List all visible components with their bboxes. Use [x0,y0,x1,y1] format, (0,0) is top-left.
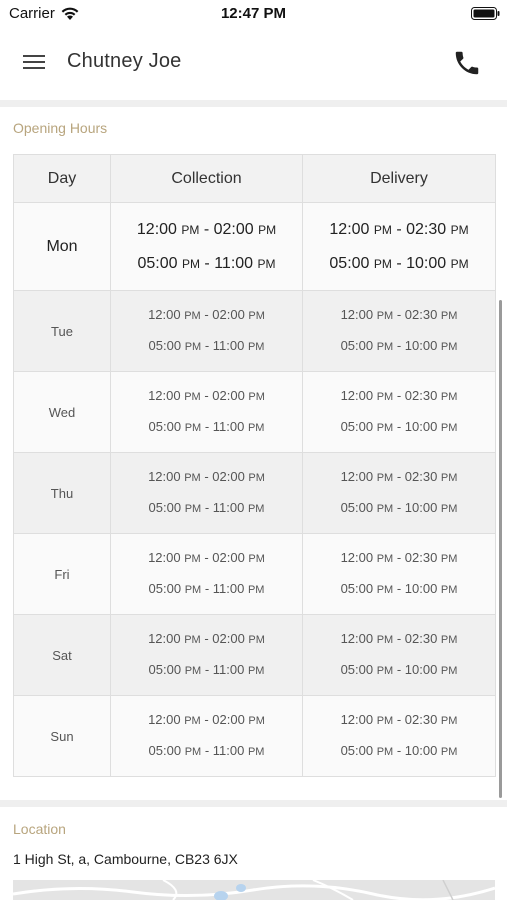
collection-time-range: 05:00 PM - 11:00 PM [148,338,265,353]
delivery-hours-cell: 12:00 PM - 02:30 PM 05:00 PM - 10:00 PM [302,202,496,291]
table-row: Mon 12:00 PM - 02:00 PM 05:00 PM - 11:00 P… [13,202,496,291]
delivery-hours-cell: 12:00 PM - 02:30 PM 05:00 PM - 10:00 PM [302,371,496,453]
delivery-hours-cell: 12:00 PM - 02:30 PM 05:00 PM - 10:00 PM [302,695,496,777]
collection-time-range: 12:00 PM - 02:00 PM [136,220,277,238]
day-cell: Fri [13,533,111,615]
delivery-time-range: 05:00 PM - 10:00 PM [340,662,458,677]
hamburger-menu-icon[interactable] [18,48,50,76]
delivery-time-range: 05:00 PM - 10:00 PM [340,500,458,515]
collection-hours-cell: 12:00 PM - 02:00 PM 05:00 PM - 11:00 PM [110,533,303,615]
collection-time-range: 12:00 PM - 02:00 PM [148,469,265,484]
delivery-hours-cell: 12:00 PM - 02:30 PM 05:00 PM - 10:00 PM [302,614,496,696]
collection-time-range: 05:00 PM - 11:00 PM [148,743,265,758]
collection-time-range: 12:00 PM - 02:00 PM [148,388,265,403]
delivery-hours-cell: 12:00 PM - 02:30 PM 05:00 PM - 10:00 PM [302,533,496,615]
delivery-time-range: 12:00 PM - 02:30 PM [329,220,469,238]
table-row: Wed 12:00 PM - 02:00 PM 05:00 PM - 11:00 P… [13,371,496,453]
collection-time-range: 05:00 PM - 11:00 PM [148,662,265,677]
collection-time-range: 12:00 PM - 02:00 PM [148,307,265,322]
delivery-time-range: 05:00 PM - 10:00 PM [329,254,469,272]
scrollbar[interactable] [499,300,502,798]
delivery-time-range: 05:00 PM - 10:00 PM [340,419,458,434]
section-divider [0,100,507,107]
battery-icon [471,7,500,20]
day-cell: Tue [13,290,111,372]
phone-icon[interactable] [452,48,482,78]
delivery-time-range: 05:00 PM - 10:00 PM [340,581,458,596]
table-row: Tue 12:00 PM - 02:00 PM 05:00 PM - 11:00 P… [13,290,496,372]
delivery-time-range: 12:00 PM - 02:30 PM [340,631,458,646]
delivery-time-range: 12:00 PM - 02:30 PM [340,388,458,403]
delivery-time-range: 12:00 PM - 02:30 PM [340,712,458,727]
table-row: Sun 12:00 PM - 02:00 PM 05:00 PM - 11:00 P… [13,695,496,777]
delivery-time-range: 05:00 PM - 10:00 PM [340,743,458,758]
collection-time-range: 12:00 PM - 02:00 PM [148,712,265,727]
day-cell: Wed [13,371,111,453]
location-title: Location [13,821,66,837]
collection-hours-cell: 12:00 PM - 02:00 PM 05:00 PM - 11:00 PM [110,695,303,777]
status-time: 12:47 PM [220,5,287,22]
opening-hours-table: Day Collection Delivery Mon 12:00 PM - 02… [13,154,496,777]
delivery-time-range: 12:00 PM - 02:30 PM [340,469,458,484]
address-text: 1 High St, a, Cambourne, CB23 6JX [13,851,238,867]
status-bar: Carrier 12:47 PM [0,0,507,28]
collection-time-range: 05:00 PM - 11:00 PM [148,500,265,515]
column-header-collection: Collection [110,154,303,203]
section-divider [0,800,507,807]
collection-time-range: 05:00 PM - 11:00 PM [137,254,276,272]
column-header-day: Day [13,154,111,203]
table-row: Thu 12:00 PM - 02:00 PM 05:00 PM - 11:00 P… [13,452,496,534]
day-cell: Sat [13,614,111,696]
delivery-time-range: 05:00 PM - 10:00 PM [340,338,458,353]
collection-hours-cell: 12:00 PM - 02:00 PM 05:00 PM - 11:00 PM [110,614,303,696]
collection-time-range: 05:00 PM - 11:00 PM [148,581,265,596]
table-row: Fri 12:00 PM - 02:00 PM 05:00 PM - 11:00 P… [13,533,496,615]
opening-hours-title: Opening Hours [13,120,108,136]
day-cell: Mon [13,202,111,291]
delivery-hours-cell: 12:00 PM - 02:30 PM 05:00 PM - 10:00 PM [302,452,496,534]
map-preview[interactable] [13,880,495,900]
collection-hours-cell: 12:00 PM - 02:00 PM 05:00 PM - 11:00 PM [110,452,303,534]
day-cell: Thu [13,452,111,534]
table-row: Sat 12:00 PM - 02:00 PM 05:00 PM - 11:00 P… [13,614,496,696]
collection-time-range: 12:00 PM - 02:00 PM [148,550,265,565]
collection-hours-cell: 12:00 PM - 02:00 PM 05:00 PM - 11:00 PM [110,202,303,291]
page-title: Chutney Joe [67,50,182,72]
collection-time-range: 12:00 PM - 02:00 PM [148,631,265,646]
collection-hours-cell: 12:00 PM - 02:00 PM 05:00 PM - 11:00 PM [110,290,303,372]
delivery-hours-cell: 12:00 PM - 02:30 PM 05:00 PM - 10:00 PM [302,290,496,372]
column-header-delivery: Delivery [302,154,496,203]
collection-time-range: 05:00 PM - 11:00 PM [148,419,265,434]
delivery-time-range: 12:00 PM - 02:30 PM [340,550,458,565]
map-graphic [13,880,495,900]
collection-hours-cell: 12:00 PM - 02:00 PM 05:00 PM - 11:00 PM [110,371,303,453]
day-cell: Sun [13,695,111,777]
table-header-row: Day Collection Delivery [13,154,496,203]
delivery-time-range: 12:00 PM - 02:30 PM [340,307,458,322]
app-header: Chutney Joe [0,28,507,100]
